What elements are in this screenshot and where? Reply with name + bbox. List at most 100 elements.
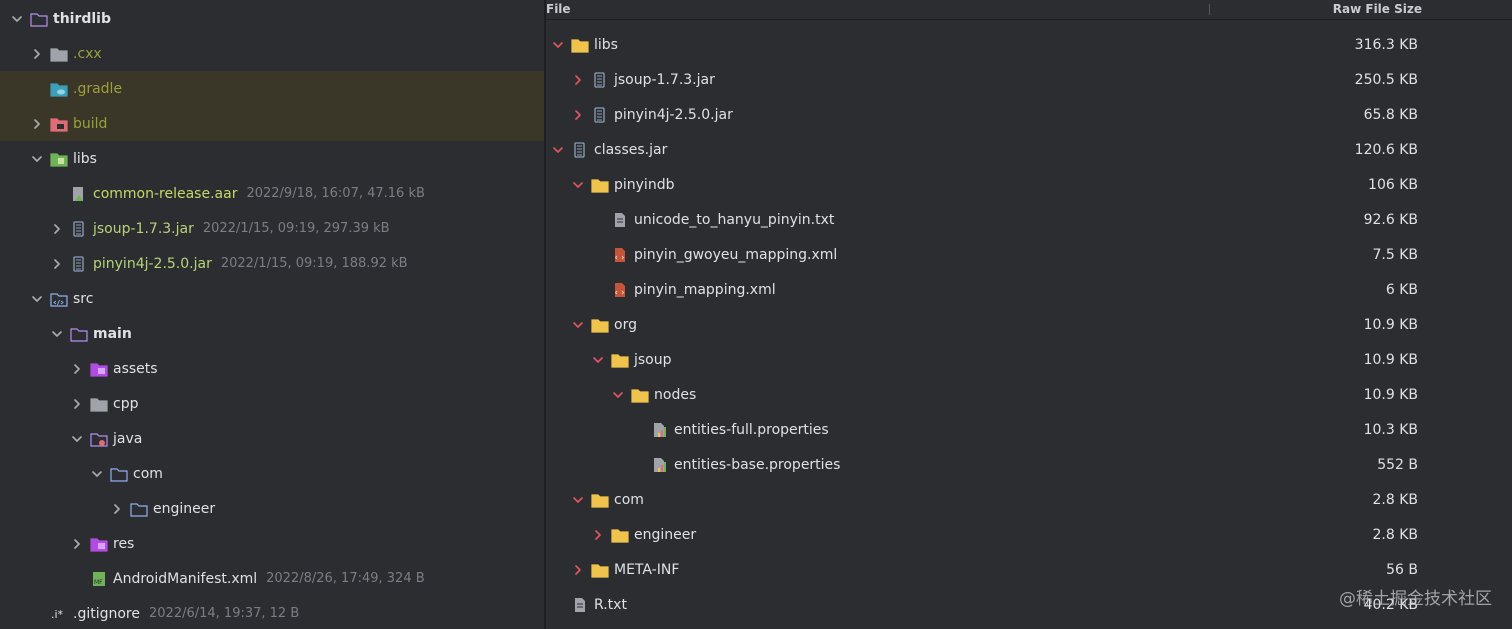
raw-file-size: 7.5 KB <box>1372 246 1419 263</box>
analyzer-item-label: unicode_to_hanyu_pinyin.txt <box>634 211 835 228</box>
folder-yellow-icon <box>571 38 589 53</box>
tree-row-java[interactable]: java <box>0 421 544 456</box>
chevron-right-icon[interactable] <box>50 257 70 271</box>
tree-row-thirdlib[interactable]: thirdlib <box>0 1 544 36</box>
xml-file-icon <box>614 282 625 297</box>
column-separator[interactable] <box>1209 4 1210 15</box>
tree-row-src[interactable]: src <box>0 281 544 316</box>
tree-row-assets[interactable]: assets <box>0 351 544 386</box>
tree-row-res[interactable]: res <box>0 526 544 561</box>
folder-yellow-icon <box>591 318 609 333</box>
analyzer-row-org[interactable]: org 10.9 KB <box>546 307 1512 342</box>
analyzer-row-pinyin-gwoyeu-mapping-xml[interactable]: pinyin_gwoyeu_mapping.xml 7.5 KB <box>546 237 1512 272</box>
chevron-down-icon[interactable] <box>10 12 30 26</box>
analyzer-item-label: entities-full.properties <box>674 421 829 438</box>
raw-file-size: 10.3 KB <box>1363 421 1418 438</box>
tree-row-com[interactable]: com <box>0 456 544 491</box>
chevron-placeholder <box>551 598 571 612</box>
tree-item-label: build <box>73 115 108 132</box>
assets-folder-icon <box>90 362 108 377</box>
chevron-right-icon[interactable] <box>50 222 70 236</box>
tree-row-jsoup-1-7-3-jar[interactable]: jsoup-1.7.3.jar 2022/1/15, 09:19, 297.39 … <box>0 211 544 246</box>
tree-item-label: thirdlib <box>53 10 112 27</box>
svg-text:MF: MF <box>94 579 103 586</box>
analyzer-row-entities-base-properties[interactable]: entities-base.properties 552 B <box>546 447 1512 482</box>
tree-row-engineer[interactable]: engineer <box>0 491 544 526</box>
folder-yellow-icon <box>591 563 609 578</box>
chevron-down-icon[interactable] <box>30 292 50 306</box>
analyzer-row-jsoup-1-7-3-jar[interactable]: jsoup-1.7.3.jar 250.5 KB <box>546 62 1512 97</box>
tree-row-gitignore[interactable]: .i* .gitignore 2022/6/14, 19:37, 12 B <box>0 596 544 629</box>
analyzer-row-nodes[interactable]: nodes 10.9 KB <box>546 377 1512 412</box>
chevron-down-icon[interactable] <box>30 152 50 166</box>
tree-row-pinyin4j-2-5-0-jar[interactable]: pinyin4j-2.5.0.jar 2022/1/15, 09:19, 188.… <box>0 246 544 281</box>
analyzer-row-unicode-to-hanyu-pinyin-txt[interactable]: unicode_to_hanyu_pinyin.txt 92.6 KB <box>546 202 1512 237</box>
analyzer-row-jsoup[interactable]: jsoup 10.9 KB <box>546 342 1512 377</box>
analyzer-row-libs[interactable]: libs 316.3 KB <box>546 27 1512 62</box>
tree-row-libs[interactable]: libs <box>0 141 544 176</box>
analyzer-row-com[interactable]: com 2.8 KB <box>546 482 1512 517</box>
chevron-down-icon[interactable] <box>591 353 611 367</box>
tree-item-label: res <box>113 535 135 552</box>
analyzer-row-meta-inf[interactable]: META-INF 56 B <box>546 552 1512 587</box>
folder-gray-icon <box>90 397 108 412</box>
text-file-icon <box>575 597 585 612</box>
raw-file-size: 10.9 KB <box>1363 316 1418 333</box>
chevron-right-icon[interactable] <box>70 397 90 411</box>
chevron-down-icon[interactable] <box>70 432 90 446</box>
raw-file-size: 56 B <box>1386 561 1418 578</box>
raw-file-size: 120.6 KB <box>1354 141 1418 158</box>
analyzer-item-label: META-INF <box>614 561 680 578</box>
chevron-right-icon[interactable] <box>571 73 591 87</box>
chevron-down-icon[interactable] <box>90 467 110 481</box>
file-metadata: 2022/6/14, 19:37, 12 B <box>149 606 300 621</box>
chevron-down-icon[interactable] <box>571 318 591 332</box>
analyzer-item-label: jsoup <box>634 351 672 368</box>
xml-file-icon <box>614 247 625 262</box>
analyzer-row-pinyindb[interactable]: pinyindb 106 KB <box>546 167 1512 202</box>
java-folder-icon <box>90 432 108 447</box>
tree-row-cxx[interactable]: .cxx <box>0 36 544 71</box>
analyzer-item-label: org <box>614 316 637 333</box>
chevron-down-icon[interactable] <box>611 388 631 402</box>
tree-item-label: AndroidManifest.xml <box>113 570 258 587</box>
chevron-down-icon[interactable] <box>551 143 571 157</box>
tree-row-androidmanifest-xml[interactable]: MF AndroidManifest.xml 2022/8/26, 17:49, 3… <box>0 561 544 596</box>
tree-row-build[interactable]: build <box>0 106 544 141</box>
svg-text:.i*: .i* <box>51 608 64 621</box>
chevron-right-icon[interactable] <box>110 502 130 516</box>
chevron-right-icon[interactable] <box>70 362 90 376</box>
chevron-right-icon[interactable] <box>30 117 50 131</box>
tree-row-cpp[interactable]: cpp <box>0 386 544 421</box>
jar-file-icon <box>594 106 605 123</box>
chevron-right-icon[interactable] <box>30 47 50 61</box>
tree-row-main[interactable]: main <box>0 316 544 351</box>
chevron-right-icon[interactable] <box>70 537 90 551</box>
column-header-file[interactable]: File <box>546 2 571 16</box>
column-header-raw-size[interactable]: Raw File Size <box>1333 2 1422 16</box>
analyzer-item-label: pinyin_gwoyeu_mapping.xml <box>634 246 838 263</box>
chevron-down-icon[interactable] <box>50 327 70 341</box>
analyzer-table-header: File Raw File Size <box>546 0 1512 20</box>
text-file-icon <box>615 212 625 227</box>
libs-folder-icon <box>50 152 68 167</box>
analyzer-row-pinyin-mapping-xml[interactable]: pinyin_mapping.xml 6 KB <box>546 272 1512 307</box>
analyzer-row-entities-full-properties[interactable]: entities-full.properties 10.3 KB <box>546 412 1512 447</box>
analyzer-row-pinyin4j-2-5-0-jar[interactable]: pinyin4j-2.5.0.jar 65.8 KB <box>546 97 1512 132</box>
folder-yellow-icon <box>591 178 609 193</box>
chevron-right-icon[interactable] <box>571 108 591 122</box>
analyzer-row-classes-jar[interactable]: classes.jar 120.6 KB <box>546 132 1512 167</box>
tree-row-gradle[interactable]: .gradle <box>0 71 544 106</box>
chevron-right-icon[interactable] <box>591 528 611 542</box>
chevron-down-icon[interactable] <box>571 178 591 192</box>
build-folder-icon <box>50 117 68 132</box>
aar-file-icon <box>73 186 83 201</box>
watermark: @稀土掘金技术社区 <box>1339 589 1492 609</box>
source-folder-icon <box>50 292 68 307</box>
chevron-right-icon[interactable] <box>571 563 591 577</box>
raw-file-size: 10.9 KB <box>1363 351 1418 368</box>
tree-row-common-release-aar[interactable]: common-release.aar 2022/9/18, 16:07, 47.1… <box>0 176 544 211</box>
chevron-down-icon[interactable] <box>571 493 591 507</box>
analyzer-row-engineer[interactable]: engineer 2.8 KB <box>546 517 1512 552</box>
chevron-down-icon[interactable] <box>551 38 571 52</box>
